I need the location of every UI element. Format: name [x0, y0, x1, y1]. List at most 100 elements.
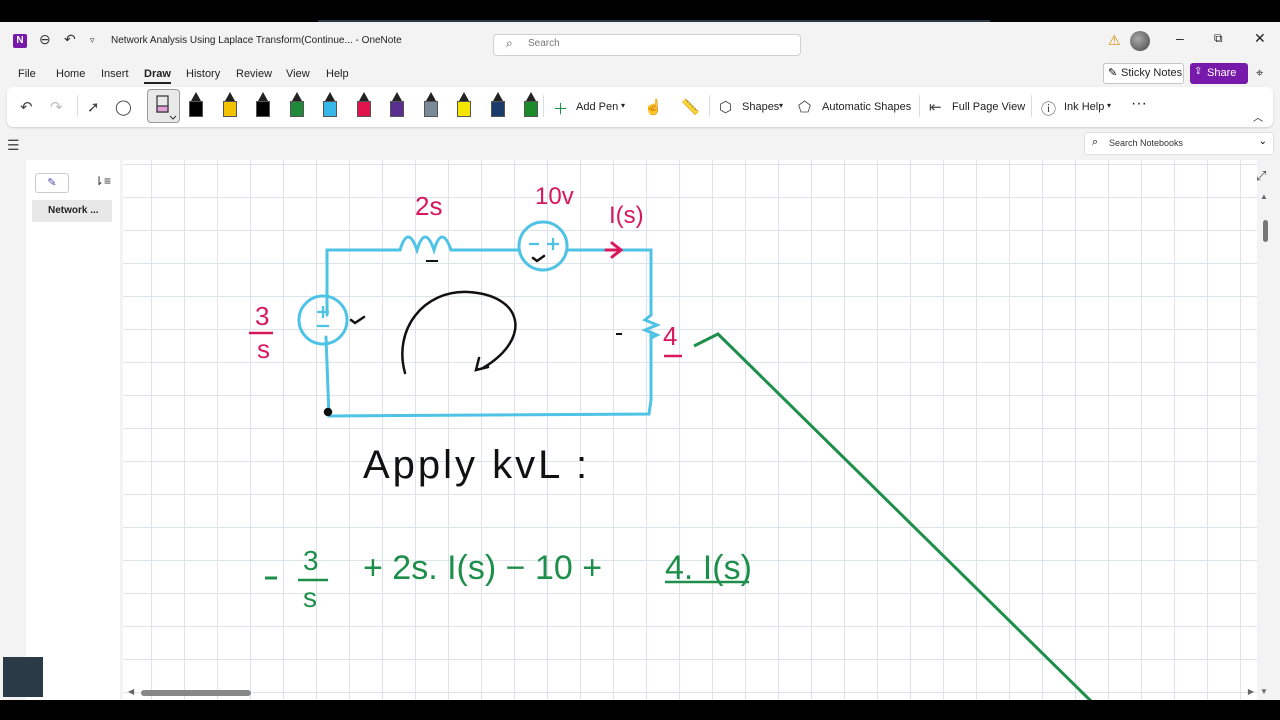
scroll-right-icon[interactable]: ▶ — [1248, 687, 1254, 696]
undo-icon[interactable]: ↶ — [20, 98, 33, 116]
kvl-equation: 3 s + 2s. I(s) − 10 + 4. I(s) — [265, 545, 752, 613]
quick-access-dropdown-icon[interactable]: ▿ — [90, 35, 95, 46]
pen-1[interactable] — [189, 92, 203, 120]
minimize-icon[interactable]: – — [1176, 30, 1184, 46]
top-letterbox — [0, 0, 1280, 22]
pen-10[interactable] — [490, 92, 505, 120]
plus-icon: ＋ — [553, 101, 569, 118]
document-title: Network Analysis Using Laplace Transform… — [111, 35, 402, 46]
source-left-denominator: s — [257, 334, 270, 364]
ruler-icon[interactable]: 📏 — [681, 98, 700, 116]
bottom-letterbox — [0, 700, 1280, 720]
scroll-up-icon[interactable]: ▲ — [1260, 192, 1268, 201]
voltage-source-left — [297, 294, 349, 346]
polarity-minus-marks — [426, 260, 622, 335]
menu-home[interactable]: Home — [56, 68, 85, 80]
vertical-scrollbar[interactable]: ▲ ▼ — [1260, 182, 1270, 702]
equation-middle-terms: + 2s. I(s) − 10 + — [363, 549, 612, 587]
divider — [77, 95, 78, 117]
current-label: I(s) — [609, 202, 644, 229]
shapes-button[interactable]: Shapes — [742, 101, 779, 113]
eraser-tool[interactable] — [147, 89, 180, 123]
avatar[interactable] — [1130, 31, 1150, 51]
pen-5[interactable] — [323, 92, 337, 120]
menu-file[interactable]: File — [18, 68, 36, 80]
menu-review[interactable]: Review — [236, 68, 272, 80]
circuit-wires — [324, 235, 661, 418]
equation-term1-denominator: s — [303, 582, 317, 613]
menu-help[interactable]: Help — [326, 68, 349, 80]
search-box[interactable]: ⌕ Search — [493, 34, 801, 56]
horizontal-scrollbar[interactable]: ◀ ▶ — [128, 686, 1256, 698]
back-icon[interactable]: ⊖ — [39, 31, 51, 48]
menu-history[interactable]: History — [186, 68, 220, 80]
pen-8[interactable] — [423, 92, 438, 120]
warning-icon[interactable]: ⚠ — [1108, 32, 1121, 49]
ink-drawing: 2s 10v I(s) 3 s 4 Apply kvL : 3 s + 2s. … — [249, 183, 1100, 708]
ink-lasso-icon[interactable]: ◯ — [115, 98, 132, 116]
navigation-menu-icon[interactable]: ☰ — [7, 137, 20, 154]
automatic-shapes-button[interactable]: Automatic Shapes — [822, 101, 911, 113]
add-pen-button[interactable]: Add Pen — [576, 101, 618, 113]
note-canvas[interactable]: 2s 10v I(s) 3 s 4 Apply kvL : 3 s + 2s. … — [123, 160, 1257, 708]
sticky-notes-button[interactable]: ✎ Sticky Notes — [1103, 63, 1184, 84]
scroll-down-icon[interactable]: ▼ — [1260, 687, 1268, 696]
touch-draw-icon[interactable]: ☝ — [644, 98, 663, 116]
pen-4[interactable] — [289, 92, 304, 120]
restore-icon[interactable]: ⧉ — [1214, 31, 1223, 46]
current-arrow — [604, 241, 624, 259]
sticky-note-icon: ✎ — [1108, 67, 1118, 79]
redo-icon[interactable]: ↷ — [50, 98, 63, 116]
share-label: Share — [1207, 67, 1237, 79]
menu-insert[interactable]: Insert — [101, 68, 129, 80]
help-icon: ⓘ — [1041, 101, 1057, 118]
voltage-source-top — [517, 220, 569, 272]
onenote-window: N ⊖ ↶ ▿ Network Analysis Using Laplace T… — [0, 22, 1280, 708]
source-left-numerator: 3 — [255, 301, 269, 331]
search-notebooks-box[interactable]: ⌕ Search Notebooks ⌄ — [1084, 132, 1274, 155]
pen-7[interactable] — [390, 92, 404, 120]
scroll-thumb[interactable] — [1263, 220, 1268, 242]
heading-apply-kvl: Apply kvL : — [363, 443, 590, 487]
search-placeholder: Search — [528, 38, 560, 49]
undo-icon[interactable]: ↶ — [64, 31, 76, 48]
ink-help-button[interactable]: Ink Help — [1064, 101, 1104, 113]
full-page-view-button[interactable]: Full Page View — [952, 101, 1025, 113]
full-page-view-icon: ⇤ — [929, 99, 942, 116]
green-ink-stroke — [693, 332, 1100, 708]
more-options-button[interactable]: ··· — [1131, 95, 1147, 113]
pen-3[interactable] — [256, 92, 270, 120]
divider — [543, 95, 544, 117]
share-button[interactable]: ⇪ Share — [1190, 63, 1248, 84]
sticky-notes-label: Sticky Notes — [1121, 67, 1183, 79]
resistor-label: 4 — [663, 321, 677, 351]
automatic-shapes-icon: ⬠ — [798, 99, 812, 116]
menu-draw[interactable]: Draw — [144, 68, 171, 84]
page-list-pane: ✎ ⇂≡ Network ... — [26, 160, 120, 700]
scroll-left-icon[interactable]: ◀ — [128, 687, 134, 696]
pen-9[interactable] — [457, 92, 471, 120]
sort-icon[interactable]: ⇂≡ — [94, 174, 111, 188]
collapse-ribbon-icon[interactable]: ︿ — [1253, 109, 1263, 124]
video-thumbnail — [3, 657, 43, 697]
chevron-down-icon: ▾ — [779, 101, 784, 110]
menu-view[interactable]: View — [286, 68, 310, 80]
source-top-label: 10v — [535, 183, 574, 210]
onenote-logo: N — [13, 34, 27, 48]
search-icon: ⌕ — [1092, 136, 1099, 148]
pen-6[interactable] — [356, 92, 371, 120]
draw-ribbon: ↶ ↷ ➚ ◯ ＋ Add Pen ▾ ☝ 📏 ⬡ Shapes ▾ ⬠ Aut… — [7, 87, 1273, 127]
shapes-icon: ⬡ — [719, 99, 733, 116]
close-icon[interactable]: ✕ — [1254, 30, 1266, 47]
comments-icon[interactable]: ⌖ — [1256, 65, 1263, 81]
divider — [1031, 95, 1032, 117]
add-page-button[interactable]: ✎ — [35, 173, 69, 193]
pen-2[interactable] — [222, 92, 237, 120]
search-icon: ⌕ — [506, 36, 513, 50]
lasso-select-icon[interactable]: ➚ — [87, 98, 100, 116]
page-item[interactable]: Network ... — [32, 200, 112, 222]
scroll-thumb[interactable] — [141, 690, 251, 696]
chevron-down-icon: ⌄ — [1258, 136, 1267, 147]
pen-11[interactable] — [524, 92, 538, 120]
eraser-icon — [156, 95, 177, 120]
